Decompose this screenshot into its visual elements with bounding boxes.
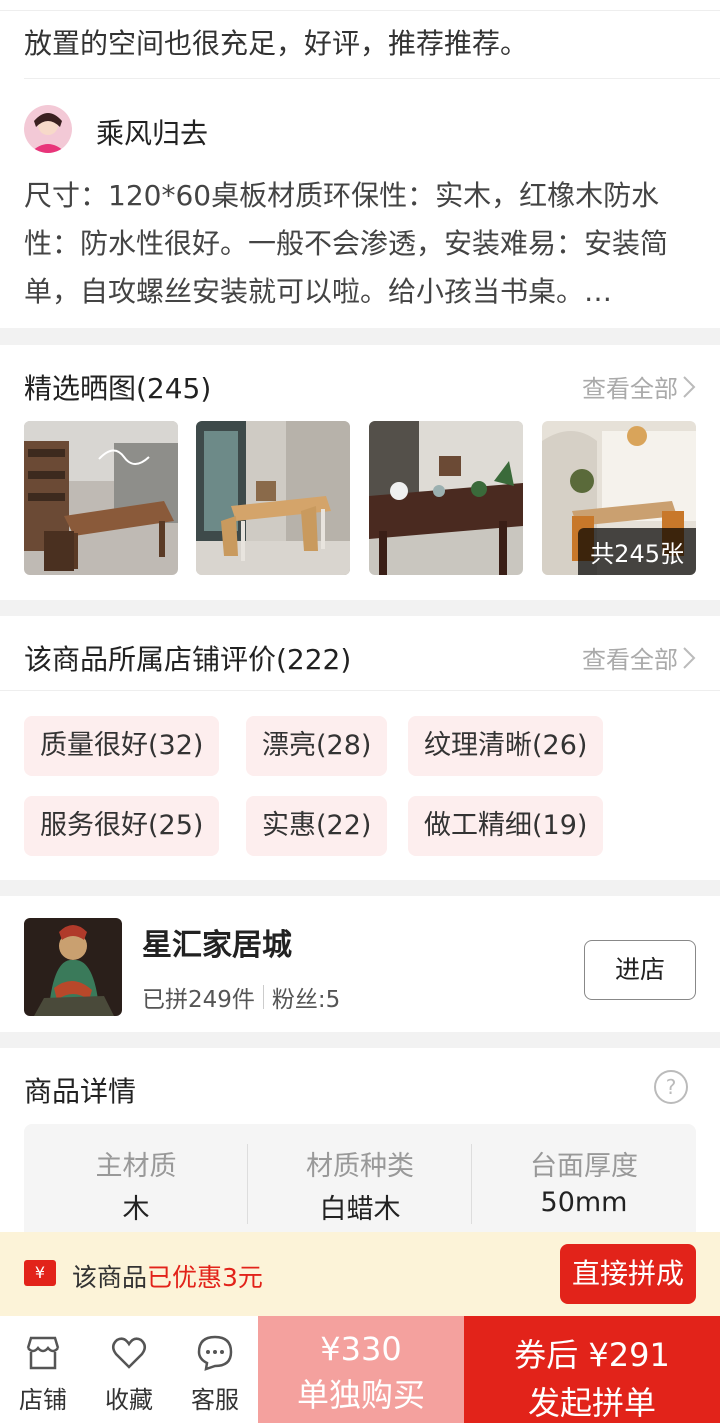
review-text[interactable]: 尺寸：120*60桌板材质环保性：实木，红橡木防水性：防水性很好。一般不会渗透，… [24, 172, 696, 316]
attribute-item: 主材质 木 [24, 1144, 248, 1226]
attribute-value: 白蜡木 [319, 1194, 401, 1225]
divider [0, 690, 720, 691]
shop-reviews-section: 该商品所属店铺评价(222) 查看全部 质量很好(32) 漂亮(28) 纹理清晰… [0, 616, 720, 880]
promo-discount: 已优惠3元 [147, 1263, 263, 1292]
reviewer-avatar [24, 105, 72, 153]
review-photo[interactable]: 共245张 [542, 421, 696, 575]
divider [0, 10, 720, 11]
see-all-label: 查看全部 [582, 375, 678, 403]
photos-see-all-link[interactable]: 查看全部 [582, 369, 696, 404]
group-label: 发起拼单 [527, 1384, 656, 1422]
see-all-label: 查看全部 [582, 646, 678, 674]
chevron-right-icon [683, 375, 696, 398]
featured-photos-section: 精选晒图(245) 查看全部 共245张 [0, 345, 720, 600]
shop-reviews-see-all-link[interactable]: 查看全部 [582, 640, 696, 675]
chevron-right-icon [683, 646, 696, 669]
heart-icon [112, 1337, 146, 1369]
photos-title: 精选晒图(245) [24, 372, 212, 405]
customer-service-button[interactable]: 客服 [172, 1316, 258, 1423]
review-photo[interactable] [24, 421, 178, 575]
promo-banner: ¥ 该商品已优惠3元 直接拼成 [0, 1232, 720, 1316]
shop-stats: 已拼249件 粉丝:5 [142, 980, 340, 1014]
help-icon[interactable]: ? [654, 1070, 688, 1104]
shop-fans-count: 粉丝:5 [271, 987, 341, 1013]
group-price: 券后 ¥291 [514, 1336, 670, 1374]
favorite-button[interactable]: 收藏 [86, 1316, 172, 1423]
shop-name[interactable]: 星汇家居城 [142, 920, 292, 964]
review-tag[interactable]: 服务很好(25) [24, 796, 220, 856]
attribute-label: 台面厚度 [530, 1151, 638, 1182]
shop-nav-label: 店铺 [19, 1386, 67, 1414]
attribute-label: 主材质 [95, 1151, 177, 1182]
attribute-value: 50mm [540, 1187, 628, 1218]
review-photo[interactable] [196, 421, 350, 575]
solo-label: 单独购买 [296, 1376, 425, 1414]
divider [262, 985, 264, 1009]
start-group-buy-button[interactable]: 券后 ¥291 发起拼单 [464, 1316, 720, 1423]
previous-review-tail: 放置的空间也很充足，好评，推荐推荐。 [24, 27, 529, 60]
review-tag[interactable]: 做工精细(19) [408, 796, 604, 856]
promo-text: 该商品已优惠3元 [72, 1258, 263, 1294]
photo-count-badge: 共245张 [578, 528, 696, 575]
review-tag[interactable]: 纹理清晰(26) [408, 716, 604, 776]
buy-alone-button[interactable]: ¥330 单独购买 [258, 1316, 464, 1423]
shop-reviews-title: 该商品所属店铺评价(222) [24, 643, 352, 676]
promo-prefix: 该商品 [72, 1263, 148, 1292]
attribute-item: 材质种类 白蜡木 [248, 1144, 472, 1226]
attributes-table: 主材质 木 材质种类 白蜡木 台面厚度 50mm [24, 1124, 696, 1248]
attribute-value: 木 [122, 1194, 150, 1225]
shop-sold-count: 已拼249件 [142, 987, 255, 1013]
attribute-item: 台面厚度 50mm [472, 1144, 696, 1218]
product-details-section: 商品详情 ? 主材质 木 材质种类 白蜡木 台面厚度 50mm [0, 1048, 720, 1248]
solo-price: ¥330 [320, 1330, 402, 1368]
reviewer-name: 乘风归去 [96, 117, 209, 150]
enter-shop-button[interactable]: 进店 [584, 940, 696, 1000]
review-tag[interactable]: 漂亮(28) [246, 716, 388, 776]
divider [24, 78, 720, 79]
customer-service-label: 客服 [191, 1386, 239, 1414]
details-title: 商品详情 [24, 1075, 137, 1108]
attribute-label: 材质种类 [306, 1151, 414, 1182]
favorite-label: 收藏 [105, 1386, 153, 1414]
review-tag[interactable]: 质量很好(32) [24, 716, 220, 776]
chat-icon [197, 1335, 233, 1371]
shop-info-section: 星汇家居城 已拼249件 粉丝:5 进店 [0, 896, 720, 1032]
review-tag[interactable]: 实惠(22) [246, 796, 388, 856]
direct-group-button[interactable]: 直接拼成 [560, 1244, 696, 1304]
shop-nav-button[interactable]: 店铺 [0, 1316, 86, 1423]
review-photo[interactable] [369, 421, 523, 575]
review-card: 放置的空间也很充足，好评，推荐推荐。 乘风归去 尺寸：120*60桌板材质环保性… [0, 0, 720, 328]
coupon-icon: ¥ [24, 1260, 56, 1286]
store-icon [26, 1336, 60, 1370]
bottom-action-bar: 店铺 收藏 客服 ¥330 单独购买 券后 ¥291 发起拼单 [0, 1316, 720, 1423]
shop-logo[interactable] [24, 918, 122, 1016]
